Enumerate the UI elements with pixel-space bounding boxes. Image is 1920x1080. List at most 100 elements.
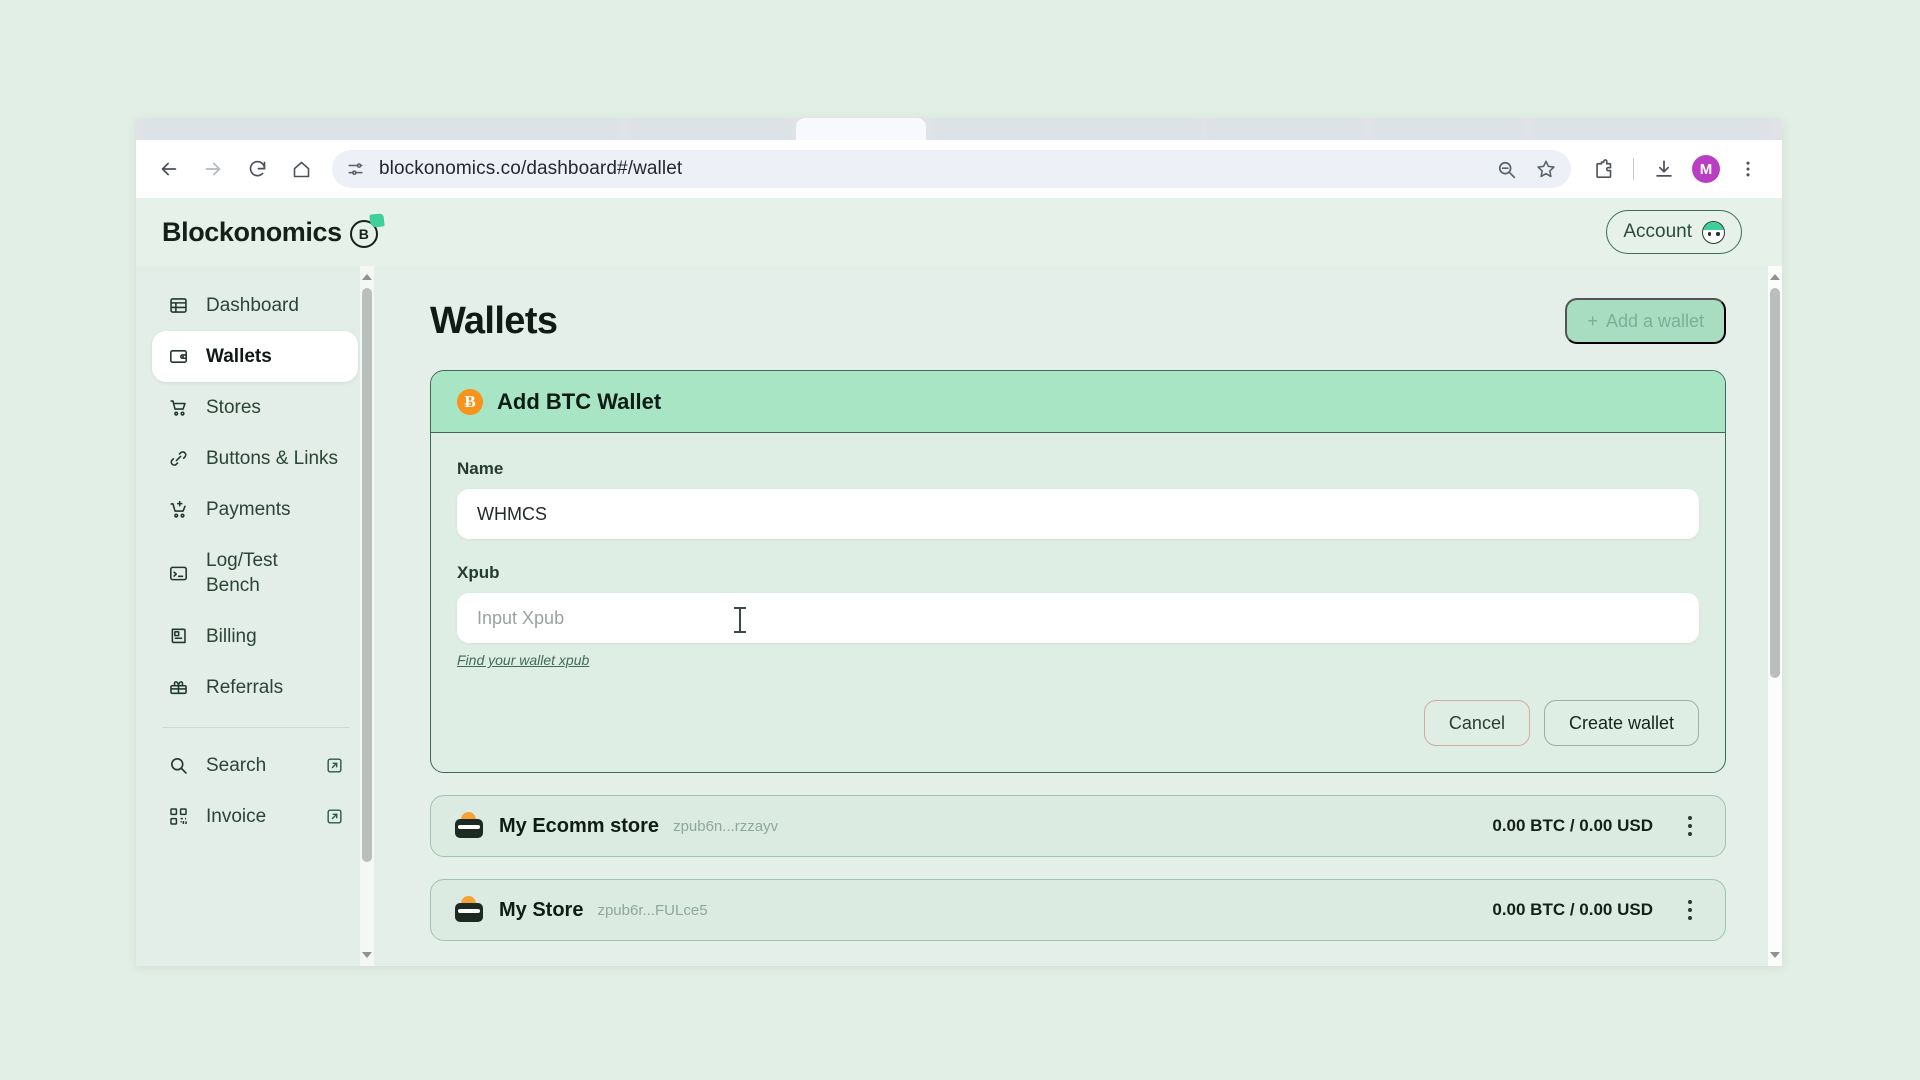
screen: blockonomics.co/dashboard#/wallet M Bloc… [0, 0, 1920, 1080]
blockonomics-mark-icon: B [349, 213, 385, 248]
sidebar-item-label: Stores [206, 397, 261, 418]
sidebar-item-buttons-links[interactable]: Buttons & Links [152, 433, 358, 484]
sidebar-item-label: Wallets [206, 346, 272, 367]
qr-code-icon [166, 806, 190, 827]
address-bar[interactable]: blockonomics.co/dashboard#/wallet [332, 150, 1571, 188]
main-scrollbar[interactable] [1768, 266, 1782, 966]
sidebar-item-billing[interactable]: Billing [152, 611, 358, 662]
dashboard-table-icon [166, 295, 190, 316]
sidebar-item-payments[interactable]: Payments [152, 484, 358, 535]
wallet-coin-icon [455, 896, 483, 924]
name-field-label: Name [457, 459, 504, 478]
scrollbar-thumb[interactable] [1770, 288, 1780, 678]
browser-tab[interactable] [931, 118, 1201, 140]
brand-name: Blockonomics [162, 216, 342, 247]
page-header: Wallets + Add a wallet [430, 298, 1726, 344]
external-link-icon [325, 756, 344, 775]
account-button-label: Account [1623, 221, 1692, 242]
wallet-name: My Store [499, 898, 584, 921]
browser-tab[interactable] [628, 118, 793, 140]
sidebar-item-label: Search [206, 755, 267, 776]
bookmark-star-icon[interactable] [1535, 158, 1557, 180]
home-icon[interactable] [284, 152, 318, 186]
wallet-list-item[interactable]: My Ecomm store zpub6n...rzzayv 0.00 BTC … [430, 795, 1726, 857]
link-chain-icon [166, 448, 190, 469]
zoom-magnifier-icon[interactable] [1496, 159, 1517, 180]
browser-tab[interactable] [142, 118, 622, 140]
downloads-icon[interactable] [1646, 151, 1682, 187]
sidebar-scrollbar[interactable] [360, 266, 374, 966]
sidebar-item-dashboard[interactable]: Dashboard [152, 280, 358, 331]
sidebar-item-label: Referrals [206, 677, 284, 698]
app-header: Blockonomics B Account [136, 198, 1782, 266]
reload-icon[interactable] [240, 152, 274, 186]
cancel-button[interactable]: Cancel [1423, 700, 1530, 746]
xpub-field-label: Xpub [457, 563, 500, 582]
add-a-wallet-button[interactable]: + Add a wallet [1565, 298, 1726, 344]
profile-avatar[interactable]: M [1692, 155, 1720, 183]
scrollbar-thumb[interactable] [362, 288, 372, 862]
sidebar-item-label: Payments [206, 499, 291, 520]
add-btc-wallet-title: Add BTC Wallet [497, 388, 662, 414]
browser-tab-strip [136, 118, 1782, 140]
add-btc-wallet-card-body: Name Xpub Find your wallet xpub Cancel [431, 433, 1725, 772]
three-dot-menu-icon[interactable] [1730, 151, 1766, 187]
external-link-icon [325, 807, 344, 826]
browser-window: blockonomics.co/dashboard#/wallet M Bloc… [136, 118, 1782, 966]
payments-cart-icon [166, 499, 190, 520]
terminal-icon [166, 563, 190, 584]
browser-toolbar: blockonomics.co/dashboard#/wallet M [136, 140, 1782, 198]
sidebar-item-label: Invoice [206, 806, 267, 827]
wallet-xpub: zpub6n...rzzayv [673, 817, 779, 835]
name-input[interactable] [457, 489, 1699, 539]
store-cart-icon [166, 397, 190, 418]
sidebar: Dashboard Wallets Stores Buttons & Links… [136, 266, 374, 966]
plus-icon: + [1587, 310, 1598, 331]
scroll-down-arrow[interactable] [1768, 946, 1782, 964]
sidebar-item-search[interactable]: Search [152, 740, 358, 791]
browser-tab[interactable] [1371, 118, 1526, 140]
billing-icon [166, 626, 190, 647]
app-body: Dashboard Wallets Stores Buttons & Links… [136, 266, 1782, 966]
wallet-row-menu-icon[interactable] [1675, 816, 1705, 836]
back-arrow-icon[interactable] [152, 152, 186, 186]
browser-tab[interactable] [1531, 118, 1771, 140]
wallet-row-menu-icon[interactable] [1675, 900, 1705, 920]
brand-mark-accent [369, 213, 385, 228]
browser-tab-active[interactable] [796, 118, 926, 140]
sidebar-item-label: Billing [206, 626, 257, 647]
scroll-down-arrow[interactable] [360, 946, 374, 964]
bitcoin-icon: Ƀ [457, 388, 483, 415]
wallet-coin-icon [455, 812, 483, 840]
main-content: Wallets + Add a wallet Ƀ Add BTC Wallet [374, 266, 1782, 966]
toolbar-divider [1633, 158, 1634, 180]
page-title: Wallets [430, 299, 558, 342]
sidebar-item-stores[interactable]: Stores [152, 382, 358, 433]
scroll-up-arrow[interactable] [360, 268, 374, 286]
sidebar-item-invoice[interactable]: Invoice [152, 791, 358, 842]
brand-logo[interactable]: Blockonomics B [162, 213, 385, 248]
url-text: blockonomics.co/dashboard#/wallet [379, 158, 683, 179]
avatar-icon [1702, 220, 1725, 244]
sidebar-item-label: Buttons & Links [206, 448, 339, 469]
wallet-list-item[interactable]: My Store zpub6r...FULce5 0.00 BTC / 0.00… [430, 879, 1726, 941]
extensions-puzzle-icon[interactable] [1585, 151, 1621, 187]
wallet-icon [166, 346, 190, 367]
sidebar-item-referrals[interactable]: Referrals [152, 662, 358, 713]
sidebar-item-log-test-bench[interactable]: Log/Test Bench [152, 535, 358, 611]
card-actions: Cancel Create wallet [457, 700, 1699, 746]
toolbar-actions: M [1579, 151, 1766, 187]
site-settings-icon[interactable] [346, 160, 365, 179]
scroll-up-arrow[interactable] [1768, 268, 1782, 286]
sidebar-divider [162, 727, 350, 728]
sidebar-item-label: Dashboard [206, 295, 299, 316]
xpub-input[interactable] [457, 593, 1699, 643]
find-your-wallet-xpub-link[interactable]: Find your wallet xpub [457, 652, 589, 668]
sidebar-item-wallets[interactable]: Wallets [152, 331, 358, 382]
xpub-field-group: Xpub Find your wallet xpub [457, 563, 1699, 670]
account-button[interactable]: Account [1606, 210, 1742, 254]
browser-tab[interactable] [1206, 118, 1366, 140]
create-wallet-button[interactable]: Create wallet [1543, 700, 1699, 746]
forward-arrow-icon[interactable] [196, 152, 230, 186]
wallet-balance: 0.00 BTC / 0.00 USD [1492, 816, 1653, 835]
